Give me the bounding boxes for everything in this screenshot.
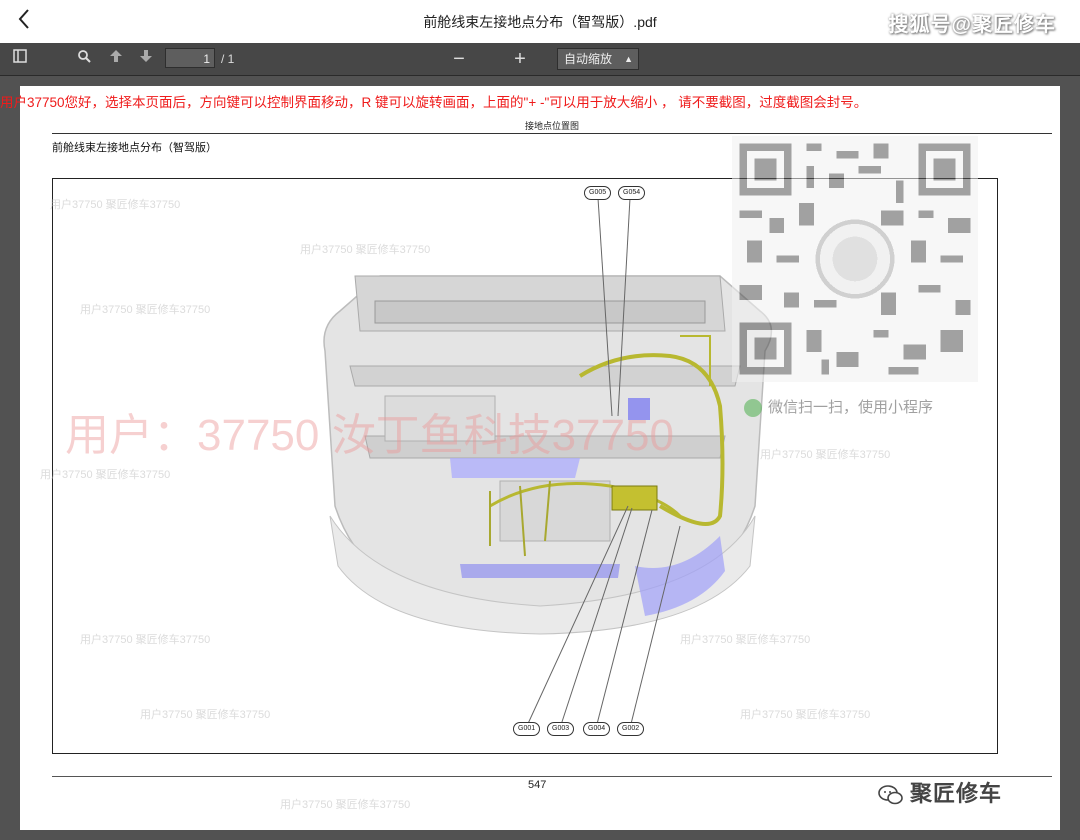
- watermark-text: 用户37750 聚匠修车37750: [140, 709, 271, 721]
- title-bar: 前舱线束左接地点分布（智驾版）.pdf 搜狐号@聚匠修车: [0, 0, 1080, 43]
- ground-tag-g004: G004: [583, 722, 611, 736]
- ground-tag-g002: G002: [617, 722, 645, 736]
- watermark-text: 用户37750 聚匠修车37750: [680, 634, 811, 646]
- large-watermark: 用户：37750 汝丁鱼科技37750: [65, 411, 674, 460]
- zoom-select[interactable]: 自动缩放 ▲: [557, 48, 639, 70]
- ground-tag-g005: G005: [584, 186, 612, 200]
- watermark-text: 用户37750 聚匠修车37750: [740, 709, 871, 721]
- qr-code: [732, 136, 978, 382]
- pdf-toolbar: 1 / 1 − + 自动缩放 ▲: [0, 43, 1080, 76]
- zoom-out-button[interactable]: −: [447, 47, 471, 71]
- watermark-text: 用户37750 聚匠修车37750: [760, 449, 891, 461]
- arrow-up-icon: [110, 50, 122, 62]
- ground-tag-g001: G001: [513, 722, 541, 736]
- qr-caption-text: 微信扫一扫，使用小程序: [768, 399, 934, 416]
- ground-tag-g003: G003: [547, 722, 575, 736]
- pdf-viewer[interactable]: 接地点位置图 前舱线束左接地点分布（智驾版） G005 G054 G001 G0…: [0, 76, 1080, 840]
- zoom-in-button[interactable]: +: [508, 47, 532, 71]
- search-icon: [78, 50, 91, 63]
- previous-page-button[interactable]: [104, 47, 128, 71]
- wechat-icon: [878, 785, 903, 805]
- brand-watermark-bottom: 聚匠修车: [878, 776, 1002, 808]
- sidebar-toggle-button[interactable]: [8, 47, 32, 71]
- page-total: / 1: [221, 52, 235, 66]
- watermark-text: 用户37750 聚匠修车37750: [40, 469, 171, 481]
- qr-caption: 微信扫一扫，使用小程序: [744, 396, 934, 418]
- zoom-select-value: 自动缩放: [564, 52, 613, 66]
- brand-watermark-top: 搜狐号@聚匠修车: [888, 14, 1056, 36]
- watermark-text: 用户37750 聚匠修车37750: [300, 244, 431, 256]
- next-page-button[interactable]: [134, 47, 158, 71]
- arrow-down-icon: [140, 50, 152, 62]
- wechat-mini-program-icon: [744, 399, 762, 418]
- sidebar-toggle-icon: [13, 49, 27, 63]
- watermark-text: 用户37750 聚匠修车37750: [80, 634, 211, 646]
- brand-bottom-text: 聚匠修车: [910, 781, 1003, 806]
- search-button[interactable]: [72, 47, 96, 71]
- page-number-input[interactable]: 1: [165, 48, 215, 68]
- watermark-text: 用户37750 聚匠修车37750: [80, 304, 211, 316]
- watermark-text: 用户37750 聚匠修车37750: [50, 199, 181, 211]
- pdf-page: 接地点位置图 前舱线束左接地点分布（智驾版） G005 G054 G001 G0…: [20, 86, 1060, 830]
- updown-arrow-icon: ▲: [624, 54, 633, 64]
- warning-banner: 用户37750您好，选择本页面后，方向键可以控制界面移动，R 键可以旋转画面，上…: [0, 95, 868, 110]
- watermark-text: 用户37750 聚匠修车37750: [280, 799, 411, 811]
- ground-tag-g054: G054: [618, 186, 646, 200]
